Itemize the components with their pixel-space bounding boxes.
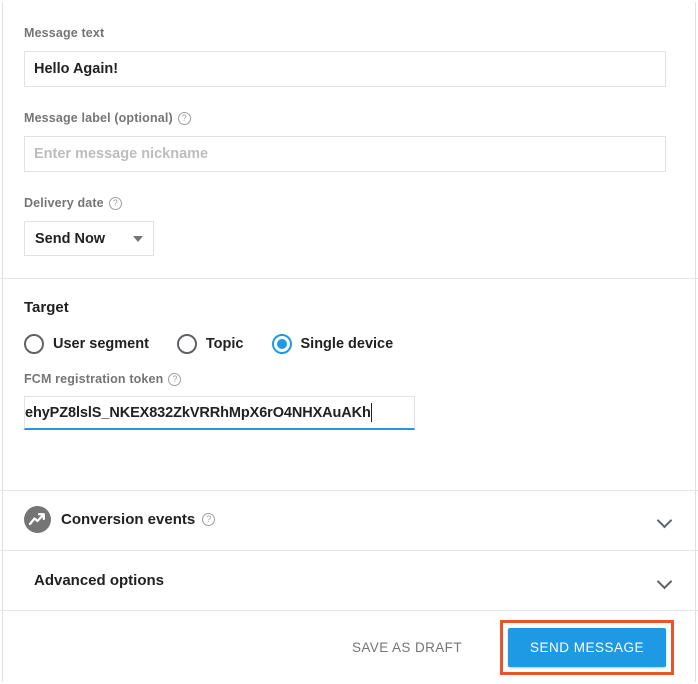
radio-mark-icon	[24, 334, 44, 354]
delivery-date-select[interactable]: Send Now	[24, 221, 154, 256]
fcm-token-label: FCM registration token ?	[24, 373, 181, 386]
message-text-label-text: Message text	[24, 27, 104, 40]
text-cursor	[371, 403, 373, 422]
delivery-date-label: Delivery date ?	[24, 197, 122, 210]
radio-label: User segment	[53, 336, 149, 352]
target-radio-group: User segment Topic Single device	[24, 334, 393, 354]
radio-mark-selected-icon	[272, 334, 292, 354]
save-as-draft-button[interactable]: SAVE AS DRAFT	[342, 632, 472, 663]
section-divider	[0, 278, 698, 279]
message-text-input[interactable]	[24, 51, 666, 87]
target-section-title: Target	[24, 299, 69, 316]
send-message-form-page: Message text Message label (optional) ? …	[0, 0, 698, 684]
radio-single-device[interactable]: Single device	[272, 334, 394, 354]
fcm-token-label-text: FCM registration token	[24, 373, 163, 386]
help-icon[interactable]: ?	[168, 373, 181, 386]
help-icon[interactable]: ?	[109, 197, 122, 210]
conversion-events-title-wrap: Conversion events ?	[61, 511, 215, 528]
advanced-options-row[interactable]: Advanced options	[0, 550, 698, 611]
analytics-icon	[24, 506, 51, 533]
fcm-token-value: ehyPZ8lslS_NKEX832ZkVRRhMpX6rO4NHXAuAKh	[24, 405, 371, 421]
advanced-options-title: Advanced options	[34, 572, 164, 589]
chevron-down-icon	[133, 236, 143, 242]
message-label-label: Message label (optional) ?	[24, 112, 191, 125]
message-text-label: Message text	[24, 27, 104, 40]
delivery-date-value: Send Now	[35, 231, 127, 247]
radio-label: Single device	[301, 336, 394, 352]
send-message-button[interactable]: SEND MESSAGE	[508, 628, 666, 667]
conversion-events-title: Conversion events	[61, 511, 195, 528]
help-icon[interactable]: ?	[178, 112, 191, 125]
form-footer: SAVE AS DRAFT SEND MESSAGE	[0, 611, 698, 683]
message-label-label-text: Message label (optional)	[24, 112, 173, 125]
delivery-date-label-text: Delivery date	[24, 197, 104, 210]
radio-user-segment[interactable]: User segment	[24, 334, 149, 354]
message-label-input[interactable]	[24, 136, 666, 172]
chevron-down-icon[interactable]	[656, 511, 674, 529]
help-icon[interactable]: ?	[202, 513, 215, 526]
radio-topic[interactable]: Topic	[177, 334, 244, 354]
radio-mark-icon	[177, 334, 197, 354]
fcm-token-input[interactable]: ehyPZ8lslS_NKEX832ZkVRRhMpX6rO4NHXAuAKh	[24, 396, 415, 430]
conversion-events-row[interactable]: Conversion events ?	[0, 489, 698, 550]
send-message-highlight-annotation: SEND MESSAGE	[500, 620, 674, 675]
radio-label: Topic	[206, 336, 244, 352]
advanced-options-title-wrap: Advanced options	[34, 572, 164, 589]
chevron-down-icon[interactable]	[656, 572, 674, 590]
